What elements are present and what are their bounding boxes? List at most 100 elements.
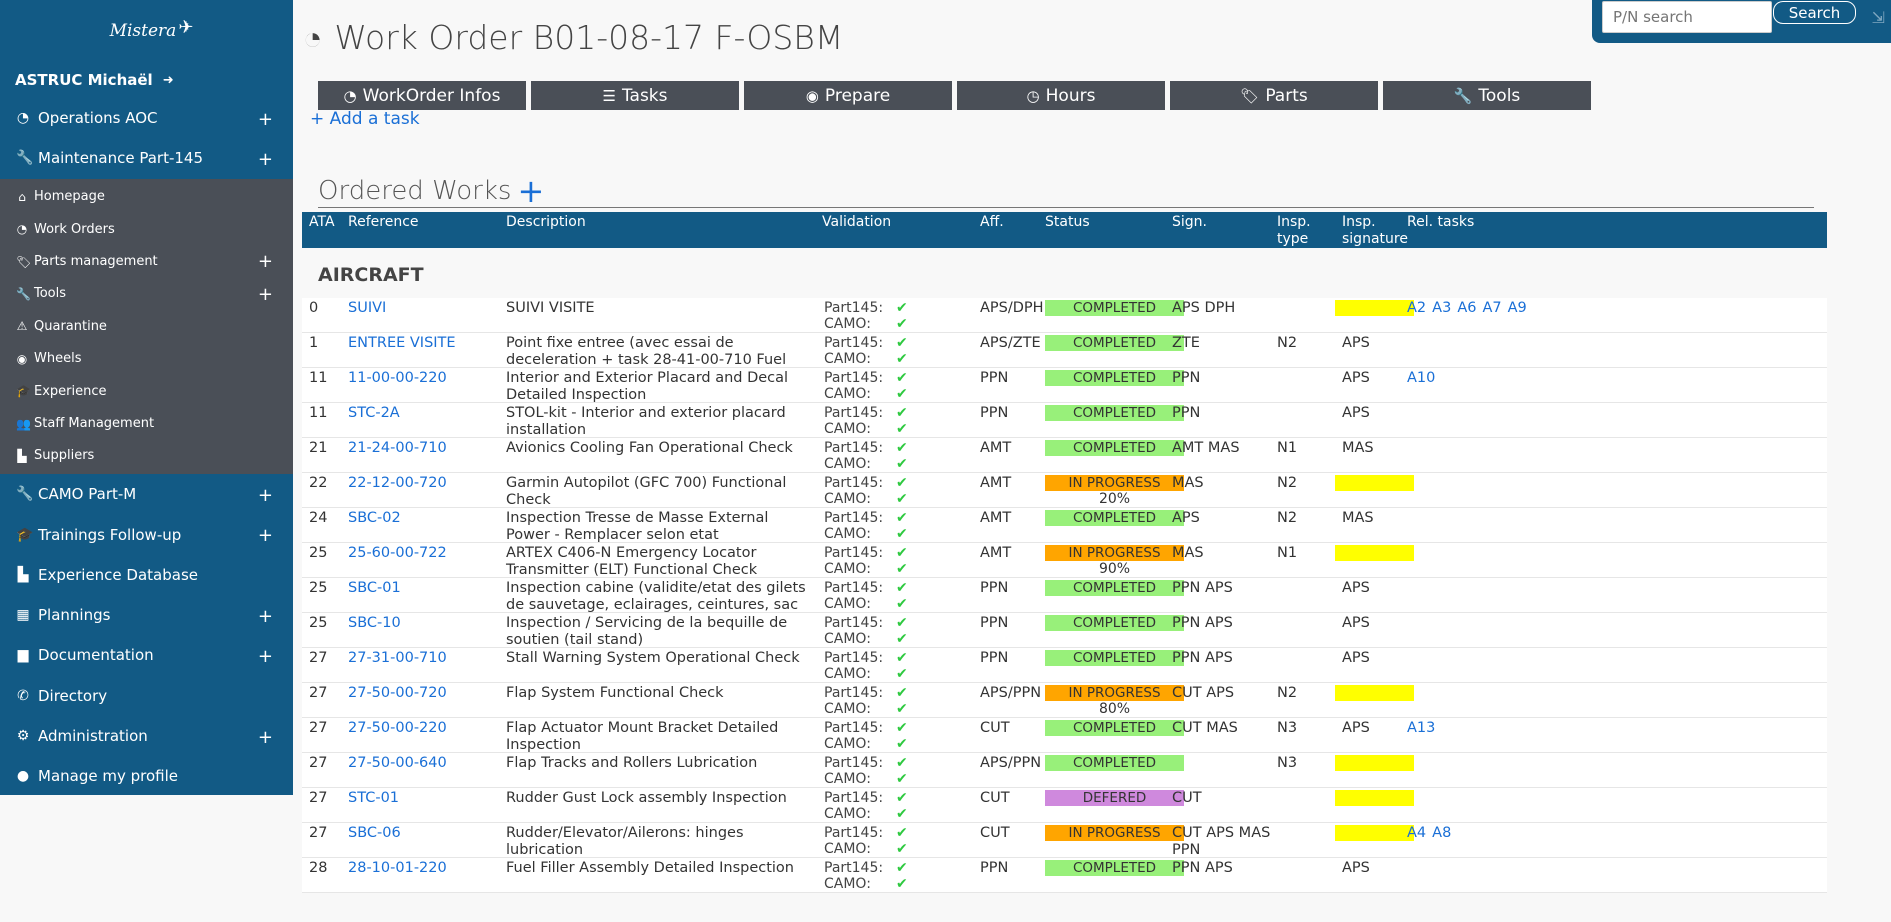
tab-parts[interactable]: 🏷 Parts bbox=[1170, 81, 1378, 110]
sidebar-item-trainings-follow-up[interactable]: 🎓 Trainings Follow-up + bbox=[0, 514, 293, 554]
sidebar-item-staff-management[interactable]: 👥 Staff Management bbox=[0, 407, 293, 439]
expand-plus-icon[interactable]: + bbox=[258, 151, 273, 169]
sidebar-item-suppliers[interactable]: ▙ Suppliers bbox=[0, 440, 293, 472]
expand-plus-icon[interactable]: + bbox=[258, 253, 273, 271]
sidebar-item-tools[interactable]: 🔧 Tools + bbox=[0, 278, 293, 310]
sidebar-item-experience[interactable]: 🎓 Experience bbox=[0, 375, 293, 407]
validation-camo-label: CAMO: bbox=[824, 876, 871, 892]
signature-cell: PPN bbox=[1172, 405, 1201, 421]
reference-link[interactable]: 28-10-01-220 bbox=[348, 860, 447, 877]
status-badge: COMPLETED bbox=[1045, 650, 1184, 666]
reference-link[interactable]: STC-2A bbox=[348, 405, 400, 422]
reference-link[interactable]: 27-50-00-720 bbox=[348, 685, 447, 702]
reference-link[interactable]: SBC-06 bbox=[348, 825, 401, 842]
check-icon: ✔ bbox=[896, 650, 908, 666]
chart-icon: ▙ bbox=[17, 448, 27, 463]
reference-link[interactable]: 27-31-00-710 bbox=[348, 650, 447, 667]
sidebar-item-administration[interactable]: ⚙ Administration + bbox=[0, 716, 293, 756]
add-ordered-work-plus-icon[interactable]: + bbox=[517, 172, 544, 210]
sidebar-item-parts-management[interactable]: 🏷 Parts management + bbox=[0, 245, 293, 277]
related-task-link[interactable]: A13 bbox=[1407, 720, 1435, 736]
tags-icon: 🏷 bbox=[16, 254, 32, 269]
tab-workorder-infos[interactable]: ◔ WorkOrder Infos bbox=[318, 81, 526, 110]
sidebar-item-work-orders[interactable]: ◔ Work Orders bbox=[0, 213, 293, 245]
sidebar-item-maintenance-part-145[interactable]: 🔧 Maintenance Part-145 + bbox=[0, 138, 293, 178]
sidebar-item-directory[interactable]: ✆ Directory bbox=[0, 676, 293, 716]
tab-tasks[interactable]: ☰ Tasks bbox=[531, 81, 739, 110]
sidebar-item-label: Documentation bbox=[38, 646, 154, 665]
tab-prepare[interactable]: ◉ Prepare bbox=[744, 81, 952, 110]
sidebar-item-label: Operations AOC bbox=[38, 109, 158, 128]
related-tasks-cell: A13 bbox=[1407, 720, 1441, 737]
tab-hours[interactable]: ◷ Hours bbox=[957, 81, 1165, 110]
related-task-link[interactable]: A7 bbox=[1482, 300, 1501, 316]
pending-inspection-signature[interactable] bbox=[1335, 790, 1414, 806]
sidebar-item-experience-database[interactable]: ▙ Experience Database bbox=[0, 555, 293, 595]
pending-inspection-signature[interactable] bbox=[1335, 475, 1414, 491]
related-task-link[interactable]: A2 bbox=[1407, 300, 1426, 316]
validation-camo-label: CAMO: bbox=[824, 491, 871, 507]
sidebar-item-documentation[interactable]: ▆ Documentation + bbox=[0, 635, 293, 675]
reference-link[interactable]: 21-24-00-710 bbox=[348, 440, 447, 457]
pending-inspection-signature[interactable] bbox=[1335, 825, 1414, 841]
pending-inspection-signature[interactable] bbox=[1335, 300, 1414, 316]
tab-tools[interactable]: 🔧 Tools bbox=[1383, 81, 1591, 110]
expand-plus-icon[interactable]: + bbox=[258, 527, 273, 545]
related-task-link[interactable]: A4 bbox=[1407, 825, 1426, 841]
check-icon: ✔ bbox=[896, 370, 908, 386]
reference-link[interactable]: 11-00-00-220 bbox=[348, 370, 447, 387]
related-task-link[interactable]: A3 bbox=[1432, 300, 1451, 316]
validation-part145-label: Part145: bbox=[824, 580, 884, 596]
related-task-link[interactable]: A10 bbox=[1407, 370, 1435, 386]
reference-link[interactable]: STC-01 bbox=[348, 790, 399, 807]
add-task-link[interactable]: + Add a task bbox=[310, 109, 420, 129]
expand-plus-icon[interactable]: + bbox=[258, 285, 273, 304]
check-icon: ✔ bbox=[896, 685, 908, 701]
reference-link[interactable]: SBC-02 bbox=[348, 510, 401, 527]
reference-link[interactable]: SBC-10 bbox=[348, 615, 401, 632]
wrench-icon: 🔧 bbox=[16, 150, 34, 167]
sidebar-item-label: Suppliers bbox=[34, 448, 95, 464]
search-button[interactable]: Search bbox=[1773, 1, 1856, 24]
resize-handle-icon[interactable]: ⇲ bbox=[1872, 8, 1885, 27]
pn-search-input[interactable] bbox=[1602, 1, 1772, 33]
related-task-link[interactable]: A8 bbox=[1432, 825, 1451, 841]
logo[interactable]: Mistera ✈ bbox=[0, 0, 293, 62]
tab-label: Parts bbox=[1265, 85, 1308, 106]
expand-plus-icon[interactable]: + bbox=[258, 648, 273, 666]
progress-percent: 80% bbox=[1098, 701, 1131, 717]
expand-plus-icon[interactable]: + bbox=[258, 111, 273, 129]
sidebar-item-homepage[interactable]: ⌂ Homepage bbox=[0, 181, 293, 213]
related-task-link[interactable]: A9 bbox=[1508, 300, 1527, 316]
validation-part145-label: Part145: bbox=[824, 440, 884, 456]
signature-cell: PPN APS bbox=[1172, 860, 1233, 876]
expand-plus-icon[interactable]: + bbox=[258, 608, 273, 626]
related-task-link[interactable]: A6 bbox=[1457, 300, 1476, 316]
tab-label: Hours bbox=[1045, 85, 1096, 106]
reference-link[interactable]: ENTREE VISITE bbox=[348, 335, 456, 352]
reference-link[interactable]: 27-50-00-640 bbox=[348, 755, 447, 772]
sidebar-item-quarantine[interactable]: ⚠ Quarantine bbox=[0, 310, 293, 342]
sidebar-item-manage-my-profile[interactable]: ● Manage my profile bbox=[0, 756, 293, 796]
check-icon: ✔ bbox=[896, 701, 908, 717]
pending-inspection-signature[interactable] bbox=[1335, 685, 1414, 701]
status-badge: COMPLETED bbox=[1045, 405, 1184, 421]
expand-plus-icon[interactable]: + bbox=[258, 487, 273, 505]
table-row: 27 27-50-00-720 Flap System Functional Che… bbox=[302, 683, 1827, 718]
expand-plus-icon[interactable]: + bbox=[258, 728, 273, 747]
reference-link[interactable]: SBC-01 bbox=[348, 580, 401, 597]
logout-icon[interactable]: ➜ bbox=[163, 73, 174, 88]
table-row: 24 SBC-02 Inspection Tresse de Masse Exter… bbox=[302, 508, 1827, 543]
sidebar-item-operations-aoc[interactable]: ◔ Operations AOC + bbox=[0, 98, 293, 138]
pending-inspection-signature[interactable] bbox=[1335, 545, 1414, 561]
reference-link[interactable]: 25-60-00-722 bbox=[348, 545, 447, 562]
sidebar-item-wheels[interactable]: ◉ Wheels bbox=[0, 343, 293, 375]
sidebar-item-label: Work Orders bbox=[34, 221, 115, 237]
column-header-sign: Sign. bbox=[1172, 214, 1207, 230]
reference-link[interactable]: 22-12-00-720 bbox=[348, 475, 447, 492]
reference-link[interactable]: SUIVI bbox=[348, 300, 386, 317]
reference-link[interactable]: 27-50-00-220 bbox=[348, 720, 447, 737]
pending-inspection-signature[interactable] bbox=[1335, 755, 1414, 771]
sidebar-item-plannings[interactable]: ▦ Plannings + bbox=[0, 595, 293, 635]
sidebar-item-camo-part-m[interactable]: 🔧 CAMO Part-M + bbox=[0, 474, 293, 514]
